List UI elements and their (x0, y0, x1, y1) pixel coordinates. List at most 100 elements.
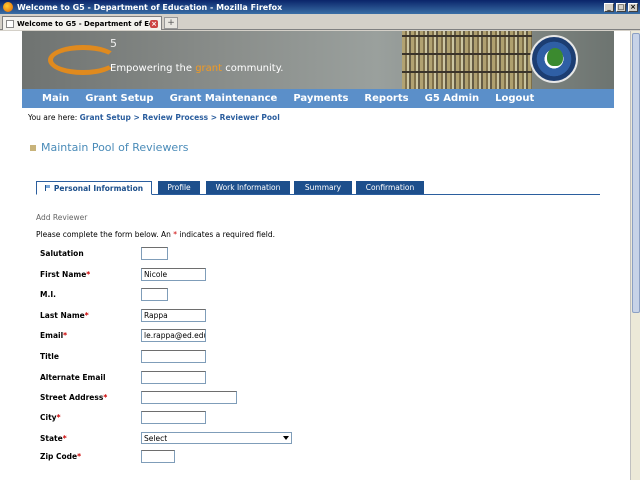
required-mark: * (56, 413, 61, 422)
tab-work-information-label: Work Information (215, 183, 281, 192)
maximize-button[interactable]: □ (616, 2, 626, 12)
tab-personal-information-label: Personal Information (53, 183, 144, 193)
required-mark: * (86, 270, 91, 279)
tab-summary-label: Summary (304, 183, 342, 192)
required-mark: * (77, 452, 82, 461)
field-row-salutation: Salutation (40, 247, 340, 261)
tab-confirmation[interactable]: Confirmation (356, 181, 424, 194)
required-mark: * (84, 311, 89, 320)
field-row-zip-code: Zip Code* (40, 450, 340, 464)
required-mark: * (103, 393, 108, 402)
field-label-title: Title (40, 352, 59, 361)
field-label-text: M.I. (40, 290, 56, 299)
minimize-button[interactable]: _ (604, 2, 614, 12)
flag-icon (44, 185, 50, 191)
bullet-icon (30, 144, 36, 151)
field-label-text: City (40, 413, 57, 422)
nav-g5-admin[interactable]: G5 Admin (425, 93, 480, 104)
nav-grant-maintenance[interactable]: Grant Maintenance (170, 93, 278, 104)
field-label-text: First Name (40, 270, 87, 279)
g5-logo-ring (48, 45, 118, 75)
title-input[interactable] (141, 350, 206, 363)
field-label-alternate-email: Alternate Email (40, 373, 106, 382)
nav-main[interactable]: Main (42, 93, 69, 104)
nav-logout[interactable]: Logout (495, 93, 534, 104)
firefox-icon (3, 2, 13, 12)
required-mark: * (63, 331, 68, 340)
street-address-input[interactable] (141, 391, 237, 404)
instructions-post: indicates a required field. (176, 230, 275, 239)
field-label-text: Salutation (40, 249, 84, 258)
tab-profile-label: Profile (167, 183, 191, 192)
field-row-street-address: Street Address* (40, 391, 340, 405)
field-label-street-address: Street Address* (40, 393, 107, 402)
tab-personal-information[interactable]: Personal Information (36, 181, 152, 195)
field-row-first-name: First Name* Nicole (40, 268, 340, 282)
page-heading: Maintain Pool of Reviewers (30, 141, 188, 154)
field-label-email: Email* (40, 331, 67, 340)
field-label-text: State (40, 434, 63, 443)
field-label-text: Last Name (40, 311, 85, 320)
breadcrumb-grant-setup[interactable]: Grant Setup (80, 113, 131, 122)
breadcrumb-separator: > (130, 113, 143, 122)
browser-tab[interactable]: Welcome to G5 - Department of Edu... × (2, 16, 162, 30)
field-label-text: Alternate Email (40, 373, 106, 382)
chevron-down-icon (283, 436, 289, 440)
state-select[interactable]: Select (141, 432, 292, 444)
nav-payments[interactable]: Payments (293, 93, 348, 104)
state-select-value: Select (144, 434, 168, 443)
field-row-title: Title (40, 350, 340, 364)
breadcrumb-prefix: You are here: (28, 113, 80, 122)
first-name-input[interactable]: Nicole (141, 268, 206, 281)
field-label-text: Street Address (40, 393, 104, 402)
window-title: Welcome to G5 - Department of Education … (17, 2, 283, 12)
page-favicon-icon (6, 19, 14, 28)
alternate-email-input[interactable] (141, 371, 206, 384)
field-row-state: State* Select (40, 432, 340, 446)
g5-logo-five: 5 (110, 37, 117, 50)
close-window-button[interactable]: × (628, 2, 638, 12)
field-label-text: Email (40, 331, 64, 340)
breadcrumb-review-process[interactable]: Review Process (142, 113, 208, 122)
zip-code-input[interactable] (141, 450, 175, 463)
tab-confirmation-label: Confirmation (365, 183, 415, 192)
close-tab-icon[interactable]: × (150, 19, 158, 28)
field-row-mi: M.I. (40, 288, 340, 302)
browser-tab-label: Welcome to G5 - Department of Edu... (17, 19, 150, 28)
email-input[interactable]: le.rappa@ed.edu (141, 329, 206, 342)
scrollbar-thumb[interactable] (632, 33, 640, 313)
seal-tree-icon (547, 48, 563, 66)
instructions-pre: Please complete the form below. An (36, 230, 174, 239)
site-banner: 5 Empowering the grant community. (22, 31, 614, 89)
form-tabs: Personal Information Profile Work Inform… (36, 181, 600, 195)
salutation-input[interactable] (141, 247, 168, 260)
browser-tabstrip: Welcome to G5 - Department of Edu... × + (0, 14, 640, 30)
last-name-input[interactable]: Rappa (141, 309, 206, 322)
breadcrumb: You are here: Grant Setup > Review Proce… (28, 113, 280, 122)
new-tab-button[interactable]: + (164, 17, 178, 29)
section-label: Add Reviewer (36, 213, 88, 222)
banner-tagline: Empowering the grant community. (110, 63, 283, 74)
field-label-zip-code: Zip Code* (40, 452, 81, 461)
tab-profile[interactable]: Profile (158, 181, 200, 194)
field-label-text: Title (40, 352, 59, 361)
field-label-state: State* (40, 434, 67, 443)
field-row-city: City* (40, 411, 340, 425)
tab-work-information[interactable]: Work Information (206, 181, 290, 194)
nav-reports[interactable]: Reports (364, 93, 408, 104)
field-label-last-name: Last Name* (40, 311, 89, 320)
vertical-scrollbar[interactable] (630, 31, 640, 480)
field-label-text: Zip Code (40, 452, 78, 461)
city-input[interactable] (141, 411, 206, 424)
required-mark: * (62, 434, 67, 443)
mi-input[interactable] (141, 288, 168, 301)
field-label-salutation: Salutation (40, 249, 84, 258)
field-label-first-name: First Name* (40, 270, 90, 279)
page-viewport: 5 Empowering the grant community. Main G… (0, 31, 630, 480)
tab-summary[interactable]: Summary (294, 181, 352, 194)
form-instructions: Please complete the form below. An * ind… (36, 230, 275, 239)
tagline-post: community. (222, 63, 284, 74)
field-label-mi: M.I. (40, 290, 56, 299)
field-row-email: Email* le.rappa@ed.edu (40, 329, 340, 343)
nav-grant-setup[interactable]: Grant Setup (85, 93, 153, 104)
